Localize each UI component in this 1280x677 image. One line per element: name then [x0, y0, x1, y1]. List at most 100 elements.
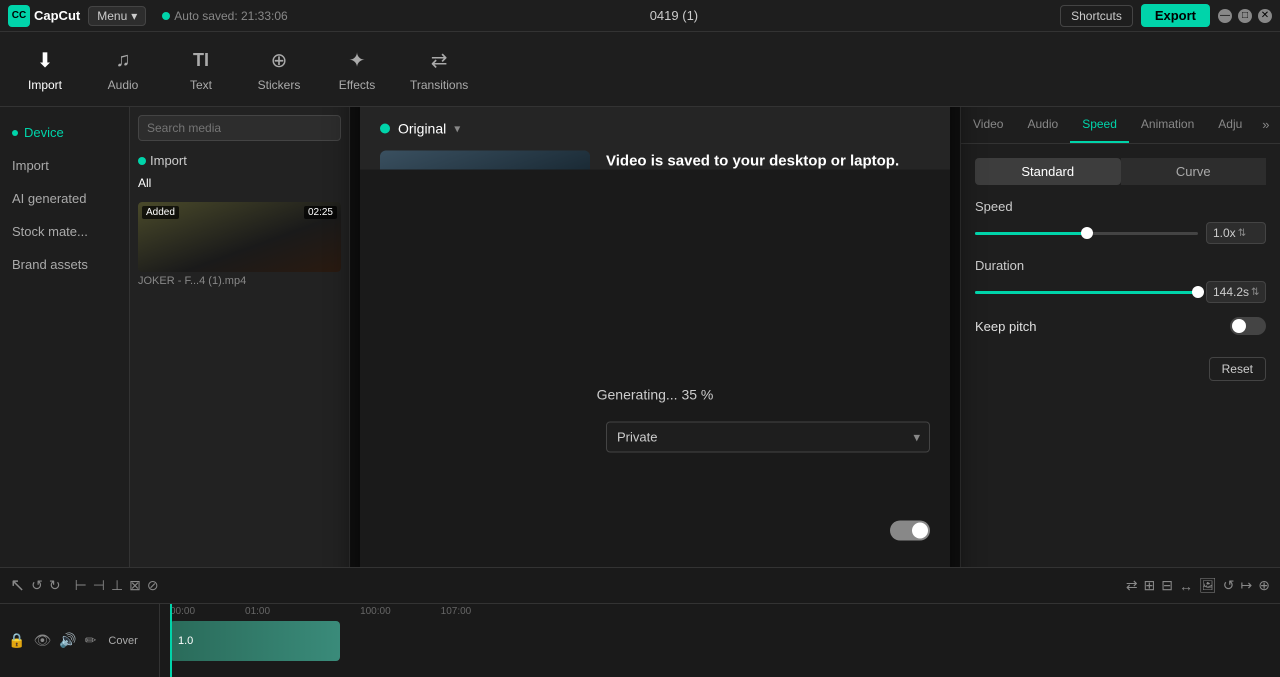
- copyright-toggle-dot: [912, 523, 928, 539]
- import-media-label: Import: [150, 153, 187, 168]
- timeline-clip[interactable]: 1.0: [170, 621, 340, 661]
- media-panel: Import All Added 02:25 JOKER - F...4 (1)…: [130, 107, 350, 567]
- visibility-select[interactable]: Private: [606, 422, 930, 453]
- playhead[interactable]: [170, 604, 172, 677]
- timeline-area: ↖ ↺ ↻ ⊢ ⊣ ⊥ ⊠ ⊘ ⇄ ⊞ ⊟ ↔ 🖼 ↺ ↦ ⊕ 🔒 👁 🔊: [0, 567, 1280, 677]
- eye-icon[interactable]: 👁: [33, 632, 51, 649]
- duration-slider-track[interactable]: [975, 291, 1198, 294]
- search-input[interactable]: [138, 115, 341, 141]
- timeline-icon-1[interactable]: ⇄: [1126, 577, 1138, 594]
- right-tabs: Video Audio Speed Animation Adju »: [961, 107, 1280, 144]
- clip-speed-label: 1.0: [178, 635, 193, 647]
- speed-slider-fill: [975, 232, 1087, 235]
- select-tool-icon[interactable]: ↖: [10, 575, 25, 596]
- tab-video[interactable]: Video: [961, 107, 1015, 143]
- sidebar-item-stock-mate[interactable]: Stock mate...: [0, 216, 129, 247]
- speed-value-input[interactable]: 1.0x ⇅: [1206, 222, 1266, 244]
- tab-audio-label: Audio: [1027, 117, 1058, 131]
- zoom-icon[interactable]: ⊕: [1258, 577, 1270, 594]
- timeline-icon-3[interactable]: ⊟: [1161, 577, 1173, 594]
- tab-adjust[interactable]: Adju: [1206, 107, 1254, 143]
- timeline-track-area: 00:00 01:00 100:00 107:00 1.0: [160, 604, 1280, 677]
- generating-overlay: Generating... 35 %: [380, 170, 590, 541]
- project-title: 0419 (1): [296, 8, 1052, 23]
- reset-button[interactable]: Reset: [1209, 357, 1266, 381]
- trim-left-icon[interactable]: ⊣: [93, 577, 105, 594]
- transitions-label: Transitions: [410, 78, 468, 92]
- undo-icon[interactable]: ↺: [31, 577, 43, 594]
- audio-track-icon[interactable]: 🔊: [59, 632, 76, 649]
- delete-tool-icon[interactable]: ⊠: [129, 577, 141, 594]
- brand-label: Brand assets: [12, 257, 88, 272]
- duration-slider-thumb[interactable]: [1192, 286, 1204, 298]
- minimize-button[interactable]: —: [1218, 9, 1232, 23]
- text-label: Text: [190, 78, 212, 92]
- keep-pitch-toggle-dot: [1232, 319, 1246, 333]
- trim-right-icon[interactable]: ⊥: [111, 577, 123, 594]
- timeline-icon-4[interactable]: ↔: [1179, 578, 1193, 594]
- toolbar: ⬇ Import ♫ Audio TI Text ⊕ Stickers ✦ Ef…: [0, 32, 1280, 107]
- toolbar-item-stickers[interactable]: ⊕ Stickers: [254, 46, 304, 92]
- timeline-icon-7[interactable]: ↦: [1241, 577, 1253, 594]
- app-name: CapCut: [34, 8, 80, 23]
- device-label: Device: [24, 125, 64, 140]
- effects-label: Effects: [339, 78, 375, 92]
- toolbar-item-effects[interactable]: ✦ Effects: [332, 46, 382, 92]
- toolbar-item-import[interactable]: ⬇ Import: [20, 46, 70, 92]
- keep-pitch-toggle[interactable]: [1230, 317, 1266, 335]
- menu-button[interactable]: Menu ▾: [88, 6, 146, 26]
- redo-icon[interactable]: ↻: [49, 577, 61, 594]
- dialog-body: Original ▾ Generating... 35 % Video is s…: [360, 107, 950, 557]
- duration-spinner-icon: ⇅: [1251, 287, 1259, 298]
- standard-mode-button[interactable]: Standard: [975, 158, 1121, 185]
- time-marker-1: 01:00: [245, 606, 270, 617]
- tab-audio[interactable]: Audio: [1015, 107, 1070, 143]
- keep-pitch-label: Keep pitch: [975, 319, 1036, 334]
- speed-section: Standard Curve Speed 1.0x ⇅ Duration: [961, 144, 1280, 395]
- speed-slider-track[interactable]: [975, 232, 1198, 235]
- preview-area: Export Original ▾ Generating... 35 %: [350, 107, 960, 567]
- export-dialog: Export Original ▾ Generating... 35 %: [360, 107, 950, 567]
- timeline-icon-5[interactable]: 🖼: [1199, 577, 1217, 594]
- import-media-button[interactable]: Import: [138, 153, 187, 168]
- shortcuts-button[interactable]: Shortcuts: [1060, 5, 1133, 27]
- auto-saved-indicator: Auto saved: 21:33:06: [162, 9, 287, 23]
- crop-tool-icon[interactable]: ⊘: [147, 577, 159, 594]
- split-tool-icon[interactable]: ⊢: [75, 577, 87, 594]
- speed-slider-thumb[interactable]: [1081, 227, 1093, 239]
- timeline-icon-2[interactable]: ⊞: [1144, 577, 1156, 594]
- curve-mode-button[interactable]: Curve: [1121, 158, 1267, 185]
- filter-all[interactable]: All: [138, 176, 151, 190]
- sidebar-item-import[interactable]: Import: [0, 150, 129, 181]
- transitions-icon: ⇄: [425, 46, 453, 74]
- maximize-button[interactable]: □: [1238, 9, 1252, 23]
- media-grid: Added 02:25 JOKER - F...4 (1).mp4: [130, 194, 349, 567]
- speed-slider-row: 1.0x ⇅: [975, 222, 1266, 244]
- visibility-value: Private: [617, 430, 657, 445]
- tab-more-button[interactable]: »: [1254, 107, 1277, 143]
- copyright-toggle[interactable]: [890, 521, 930, 541]
- toolbar-item-transitions[interactable]: ⇄ Transitions: [410, 46, 468, 92]
- media-thumbnail[interactable]: Added 02:25: [138, 202, 341, 272]
- export-button[interactable]: Export: [1141, 4, 1210, 27]
- timeline-icon-6[interactable]: ↺: [1223, 577, 1235, 594]
- visibility-select-wrapper: Private ▾: [606, 422, 930, 453]
- sidebar-item-device[interactable]: Device: [0, 117, 129, 148]
- timeline-left-panel: 🔒 👁 🔊 ✏ Cover: [0, 604, 160, 677]
- lock-icon[interactable]: 🔒: [8, 632, 25, 649]
- speed-mode-row: Standard Curve: [975, 158, 1266, 185]
- search-bar-container: [130, 107, 349, 149]
- duration-row: 144.2s ⇅: [975, 281, 1266, 303]
- tab-speed[interactable]: Speed: [1070, 107, 1129, 143]
- sidebar-item-ai-generated[interactable]: AI generated: [0, 183, 129, 214]
- duration-value-input[interactable]: 144.2s ⇅: [1206, 281, 1266, 303]
- app-window: CC CapCut Menu ▾ Auto saved: 21:33:06 04…: [0, 0, 1280, 677]
- toolbar-item-audio[interactable]: ♫ Audio: [98, 46, 148, 92]
- toolbar-item-text[interactable]: TI Text: [176, 46, 226, 92]
- sidebar-item-brand-assets[interactable]: Brand assets: [0, 249, 129, 280]
- close-button[interactable]: ✕: [1258, 9, 1272, 23]
- tab-animation[interactable]: Animation: [1129, 107, 1206, 143]
- original-row: Original ▾: [380, 121, 930, 137]
- logo-icon: CC: [8, 5, 30, 27]
- edit-track-icon[interactable]: ✏: [85, 632, 97, 649]
